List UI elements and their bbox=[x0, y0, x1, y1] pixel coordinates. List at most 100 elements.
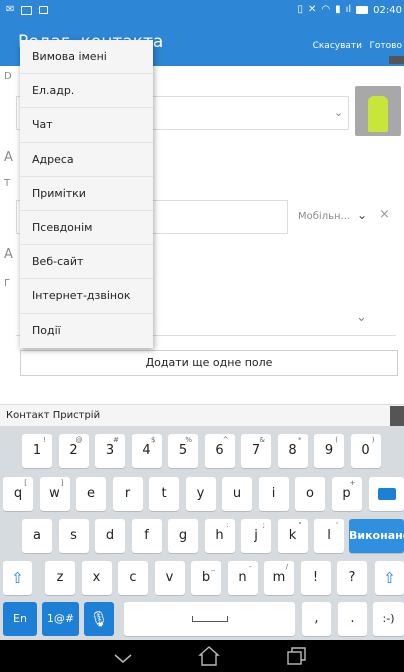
menu-item[interactable]: Вимова імені bbox=[20, 40, 153, 75]
key-l[interactable]: l ' bbox=[314, 519, 344, 553]
menu-item[interactable]: Чат bbox=[20, 108, 153, 143]
key-o[interactable]: o bbox=[295, 477, 325, 511]
keyboard-row-numbers: 1! 2 @3 #4 $5% 6 ^ 7 & 8 * 9(0) bbox=[0, 434, 404, 468]
key-g[interactable]: g bbox=[168, 519, 198, 553]
key-alt-label: @ bbox=[75, 436, 83, 444]
key-v[interactable]: v bbox=[154, 561, 185, 595]
remove-icon[interactable]: × bbox=[379, 207, 390, 222]
done-key[interactable]: Виконано bbox=[349, 519, 404, 553]
menu-item[interactable]: Примітки bbox=[20, 177, 153, 211]
key-8[interactable]: 8 * bbox=[277, 434, 308, 468]
shift-key-right[interactable]: ⇧ bbox=[375, 561, 404, 595]
phone-type-select[interactable]: Мобільн... bbox=[298, 211, 350, 222]
key-q[interactable]: q[ bbox=[3, 477, 33, 511]
status-bar: ✉ ▯ ✕ ◠ ▮ ıl 02:40 bbox=[0, 0, 404, 22]
key-f[interactable]: f bbox=[131, 519, 162, 553]
field-label-fragment: A bbox=[4, 247, 13, 262]
key-z[interactable]: z bbox=[45, 561, 75, 595]
key-label: 7 bbox=[251, 443, 261, 458]
key-label: 0 bbox=[361, 443, 370, 458]
menu-item[interactable]: Інтернет-дзвінок bbox=[20, 279, 153, 314]
key-r[interactable]: r bbox=[112, 477, 143, 511]
key-w[interactable]: w] bbox=[39, 477, 70, 511]
key-k[interactable]: k " bbox=[277, 519, 308, 553]
key-x[interactable]: x bbox=[81, 561, 112, 595]
symbols-key[interactable]: 1@# bbox=[42, 602, 79, 636]
key-label: a bbox=[33, 528, 41, 543]
key-5[interactable]: 5% bbox=[168, 434, 198, 468]
signal-icon: ▮ bbox=[335, 4, 341, 15]
contact-photo[interactable] bbox=[355, 86, 401, 136]
field-type-menu: Вимова імені Ел.адр. Чат Адреса Примітки Псев… bbox=[20, 40, 153, 348]
key-label: h bbox=[215, 528, 224, 543]
space-key[interactable] bbox=[124, 602, 295, 636]
key-0[interactable]: 0) bbox=[350, 434, 381, 468]
key-alt-label: - bbox=[248, 563, 252, 571]
key-label: l bbox=[327, 528, 331, 543]
mute-icon: ✕ bbox=[307, 4, 317, 15]
keyboard-row-bottom: En 1@# 🎙 , . :-) bbox=[0, 602, 404, 636]
screen-icon bbox=[21, 5, 33, 15]
key-u[interactable]: u bbox=[222, 477, 252, 511]
back-icon[interactable] bbox=[114, 654, 132, 664]
key-alt-label: _ bbox=[211, 563, 216, 571]
key-3[interactable]: 3 # bbox=[95, 434, 125, 468]
period-key[interactable]: . bbox=[338, 602, 367, 636]
home-icon[interactable] bbox=[198, 645, 220, 667]
keyboard: 1! 2 @3 #4 $5% 6 ^ 7 & 8 * 9(0) q[w] e r t y u i o p + Викон… bbox=[0, 426, 404, 640]
key-b[interactable]: b _ bbox=[191, 561, 221, 595]
menu-item[interactable]: Події bbox=[20, 314, 153, 348]
key-p[interactable]: p + bbox=[331, 477, 362, 511]
menu-item[interactable]: Ел.адр. bbox=[20, 74, 153, 109]
key-c[interactable]: c bbox=[118, 561, 148, 595]
key-y[interactable]: y bbox=[185, 477, 216, 511]
key-label: c bbox=[129, 570, 137, 585]
language-key[interactable]: En bbox=[3, 602, 37, 636]
key-7[interactable]: 7 & bbox=[241, 434, 271, 468]
field-label-fragment: T bbox=[4, 178, 11, 189]
menu-item[interactable]: Адреса bbox=[20, 143, 153, 177]
key-label: x bbox=[92, 570, 101, 585]
key-s[interactable]: s bbox=[58, 519, 89, 553]
done-button[interactable]: Готово bbox=[369, 41, 402, 51]
key-alt-label: % bbox=[185, 436, 192, 444]
microphone-key[interactable]: 🎙 bbox=[84, 602, 114, 636]
recent-apps-icon[interactable] bbox=[285, 645, 307, 667]
chevron-down-icon[interactable]: ⌄ bbox=[356, 310, 367, 325]
key-1[interactable]: 1! bbox=[22, 434, 52, 468]
key-label: u bbox=[232, 486, 242, 501]
key-alt-label: ; bbox=[262, 521, 265, 529]
backspace-key[interactable] bbox=[369, 477, 404, 511]
key-2[interactable]: 2 @ bbox=[58, 434, 89, 468]
key-label: q bbox=[13, 486, 23, 501]
key-j[interactable]: j; bbox=[241, 519, 271, 553]
key-t[interactable]: t bbox=[149, 477, 179, 511]
key-n[interactable]: n- bbox=[227, 561, 258, 595]
key-label: b bbox=[201, 570, 211, 585]
key-d[interactable]: d bbox=[95, 519, 125, 553]
key-a[interactable]: a bbox=[22, 519, 52, 553]
key-9[interactable]: 9( bbox=[314, 434, 344, 468]
menu-item[interactable]: Веб-сайт bbox=[20, 245, 153, 280]
key-?[interactable]: ? bbox=[337, 561, 367, 595]
chevron-down-icon[interactable]: ⌄ bbox=[357, 208, 367, 222]
trash-icon[interactable] bbox=[390, 406, 404, 426]
key-m[interactable]: m / bbox=[264, 561, 294, 595]
key-alt-label: [ bbox=[24, 479, 27, 487]
key-label: g bbox=[178, 528, 188, 543]
add-field-button[interactable]: Додати ще одне поле bbox=[20, 350, 398, 376]
cancel-button[interactable]: Скасувати bbox=[313, 41, 362, 51]
key-e[interactable]: e bbox=[76, 477, 106, 511]
key-4[interactable]: 4 $ bbox=[131, 434, 162, 468]
space-bar-icon bbox=[191, 616, 228, 622]
key-alt-label: ] bbox=[60, 479, 64, 487]
chevron-down-icon[interactable]: ⌄ bbox=[334, 106, 343, 119]
key-h[interactable]: h: bbox=[204, 519, 235, 553]
menu-item[interactable]: Псевдонім bbox=[20, 211, 153, 246]
shift-key[interactable]: ⇧ bbox=[3, 561, 32, 595]
key-![interactable]: ! bbox=[300, 561, 331, 595]
key-i[interactable]: i bbox=[258, 477, 289, 511]
key-6[interactable]: 6 ^ bbox=[204, 434, 235, 468]
comma-key[interactable]: , bbox=[302, 602, 331, 636]
smiley-key[interactable]: :-) bbox=[373, 602, 404, 636]
